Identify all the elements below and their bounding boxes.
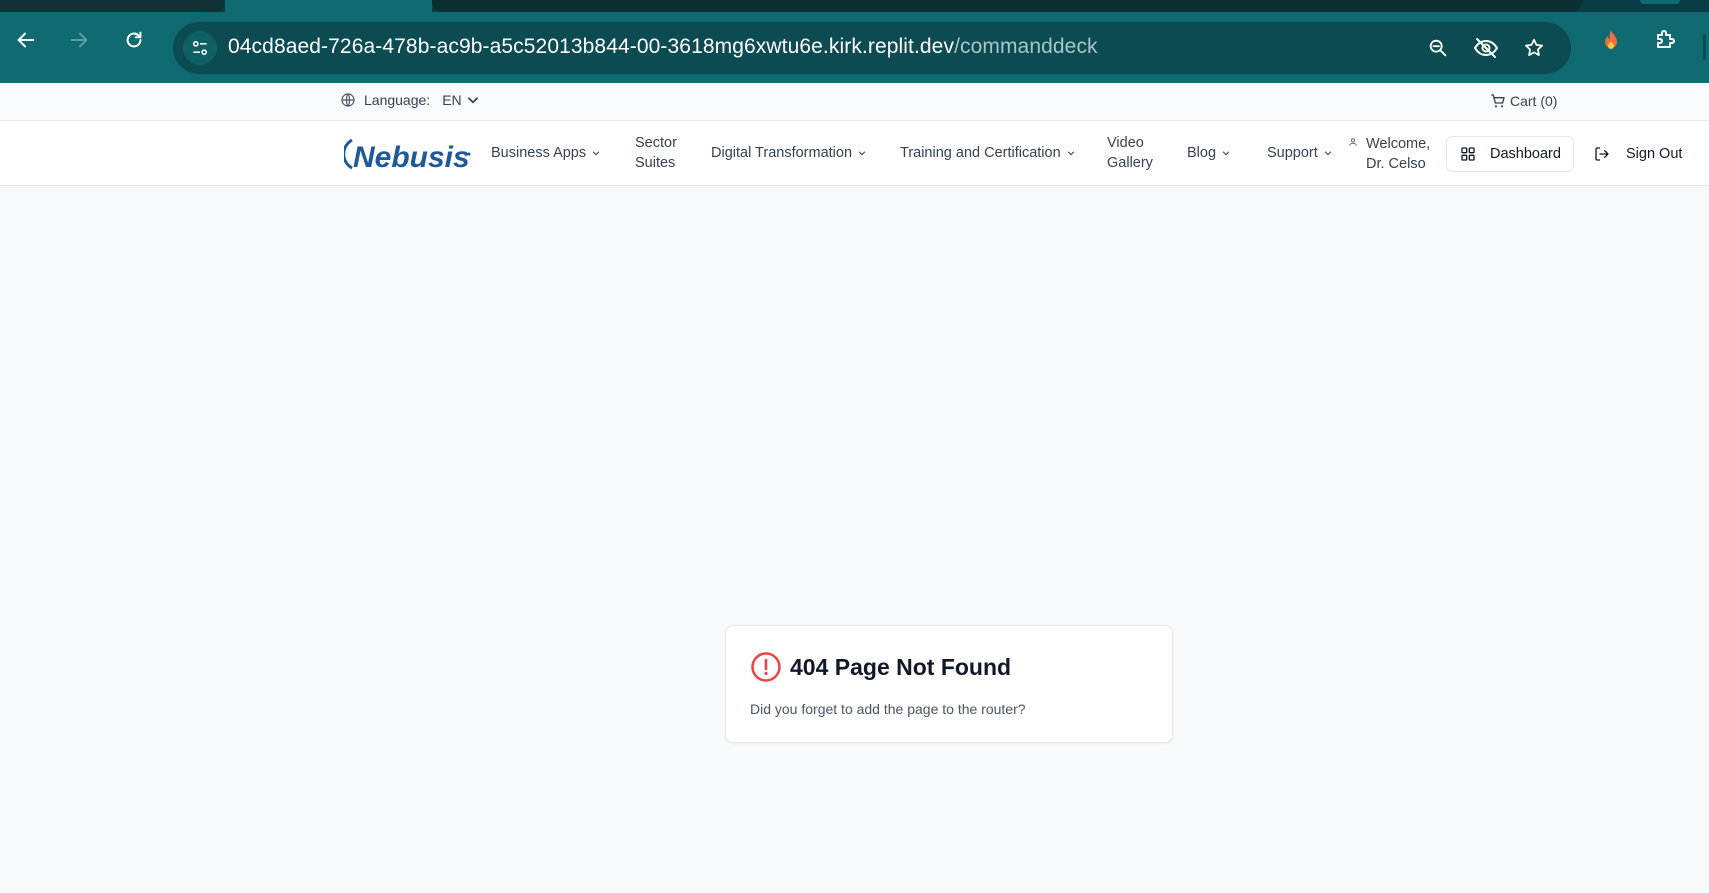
not-found-title: 404 Page Not Found (790, 653, 1012, 680)
nav-training-certification[interactable]: Training and Certification (900, 143, 1076, 163)
chevron-down-icon (1323, 148, 1333, 158)
eye-off-icon[interactable] (1473, 35, 1499, 61)
zoom-icon[interactable] (1425, 35, 1451, 61)
nav-digital-transformation[interactable]: Digital Transformation (711, 143, 867, 163)
extension-flame-icon[interactable] (1597, 26, 1625, 54)
language-selector[interactable]: Language: EN (340, 92, 480, 108)
nav-digital-transformation-label: Digital Transformation (711, 145, 853, 161)
chevron-down-icon (591, 148, 601, 158)
dashboard-label: Dashboard (1490, 146, 1561, 162)
logout-icon (1594, 146, 1610, 162)
main-navbar: Nebusis Business Apps Sector Suites Digi… (0, 121, 1709, 186)
nav-business-apps[interactable]: Business Apps (491, 143, 601, 163)
site-settings-icon[interactable] (183, 31, 217, 65)
browser-tab-active[interactable] (225, 0, 432, 12)
browser-tab[interactable] (1640, 0, 1680, 4)
reload-icon[interactable] (120, 26, 148, 54)
sign-out-label: Sign Out (1626, 146, 1683, 162)
nav-sector-line1: Sector (635, 135, 677, 151)
chevron-down-icon (857, 148, 867, 158)
nav-sector-suites[interactable]: Sector Suites (635, 133, 677, 173)
language-value[interactable]: EN (442, 92, 461, 108)
nav-blog[interactable]: Blog (1187, 143, 1231, 163)
globe-icon (340, 92, 356, 108)
url-host: 04cd8aed-726a-478b-ac9b-a5c52013b844-00-… (228, 35, 955, 58)
alert-circle-icon (750, 651, 782, 683)
browser-tab[interactable] (0, 0, 225, 12)
forward-icon[interactable] (65, 26, 93, 54)
not-found-heading: 404 Page Not Found (750, 651, 1011, 683)
chevron-down-icon (466, 93, 480, 107)
nav-video-line2: Gallery (1107, 155, 1153, 171)
browser-toolbar: 04cd8aed-726a-478b-ac9b-a5c52013b844-00-… (0, 12, 1709, 83)
sign-out-button[interactable]: Sign Out (1594, 136, 1682, 172)
nav-video-gallery[interactable]: Video Gallery (1107, 133, 1153, 173)
not-found-message: Did you forget to add the page to the ro… (750, 701, 1026, 717)
cart-link[interactable]: Cart (0) (1490, 93, 1557, 109)
nav-blog-label: Blog (1187, 145, 1217, 161)
chevron-down-icon (1066, 148, 1076, 158)
site-topbar: Language: EN Cart (0) (0, 83, 1709, 121)
address-bar[interactable]: 04cd8aed-726a-478b-ac9b-a5c52013b844-00-… (173, 22, 1571, 74)
url-path: /commanddeck (954, 35, 1098, 58)
dashboard-button[interactable]: Dashboard (1446, 136, 1574, 172)
cart-label: Cart (0) (1510, 93, 1558, 109)
cart-icon (1490, 93, 1506, 109)
back-icon[interactable] (12, 26, 40, 54)
browser-tab[interactable] (432, 0, 1582, 12)
nav-video-line1: Video (1107, 135, 1144, 151)
nav-support[interactable]: Support (1267, 143, 1333, 163)
grid-icon (1460, 146, 1476, 162)
nav-business-apps-label: Business Apps (491, 145, 587, 161)
browser-tabstrip (0, 0, 1709, 12)
language-label: Language: (364, 92, 431, 108)
chevron-down-icon (1221, 148, 1231, 158)
url-text[interactable]: 04cd8aed-726a-478b-ac9b-a5c52013b844-00-… (228, 35, 1098, 59)
nebusis-logo[interactable]: Nebusis (342, 134, 472, 174)
nav-training-label: Training and Certification (900, 145, 1061, 161)
nav-support-label: Support (1267, 145, 1318, 161)
star-icon[interactable] (1521, 35, 1547, 61)
logo-text: Nebusis (353, 141, 470, 172)
welcome-line1: Welcome, (1366, 136, 1431, 152)
welcome-line2: Dr. Celso (1366, 156, 1426, 172)
nav-sector-line2: Suites (635, 155, 676, 171)
not-found-card: 404 Page Not Found Did you forget to add… (725, 625, 1173, 743)
user-icon (1348, 136, 1358, 174)
welcome-user[interactable]: Welcome, Dr. Celso (1348, 134, 1430, 174)
extensions-icon[interactable] (1651, 26, 1679, 54)
browser-menu-edge (1703, 34, 1706, 60)
